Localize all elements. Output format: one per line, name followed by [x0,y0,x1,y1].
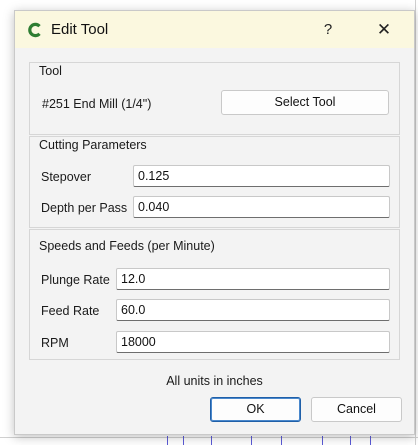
cutting-parameters-title: Cutting Parameters [39,138,147,152]
feed-rate-field[interactable]: 60.0 [116,299,390,321]
depth-per-pass-label: Depth per Pass [41,201,128,215]
ok-button[interactable]: OK [210,397,301,422]
cutting-parameters-group: Cutting Parameters Stepover 0.125 Depth … [29,136,400,228]
stepover-field[interactable]: 0.125 [133,165,390,187]
rpm-label: RPM [41,336,69,350]
tool-group-title: Tool [39,64,62,78]
title-bar[interactable]: Edit Tool ? ✕ [15,11,414,48]
tool-name-label: #251 End Mill (1/4") [42,97,152,111]
select-tool-button[interactable]: Select Tool [221,90,389,115]
plunge-rate-field[interactable]: 12.0 [116,268,390,290]
rpm-field[interactable]: 18000 [116,331,390,353]
speeds-and-feeds-group: Speeds and Feeds (per Minute) Plunge Rat… [29,229,400,360]
depth-per-pass-field[interactable]: 0.040 [133,196,390,218]
close-button[interactable]: ✕ [369,15,399,45]
feed-rate-label: Feed Rate [41,304,100,318]
units-note: All units in inches [166,374,263,388]
dialog-title: Edit Tool [51,21,109,38]
cancel-button[interactable]: Cancel [311,397,402,422]
tool-group: Tool #251 End Mill (1/4") Select Tool [29,62,400,135]
app-logo-icon [28,22,41,38]
edit-tool-dialog: Edit Tool ? ✕ Tool #251 End Mill (1/4") … [14,10,415,435]
help-button[interactable]: ? [313,15,343,45]
stepover-label: Stepover [41,170,92,184]
speeds-and-feeds-title: Speeds and Feeds (per Minute) [39,239,215,253]
plunge-rate-label: Plunge Rate [41,273,110,287]
